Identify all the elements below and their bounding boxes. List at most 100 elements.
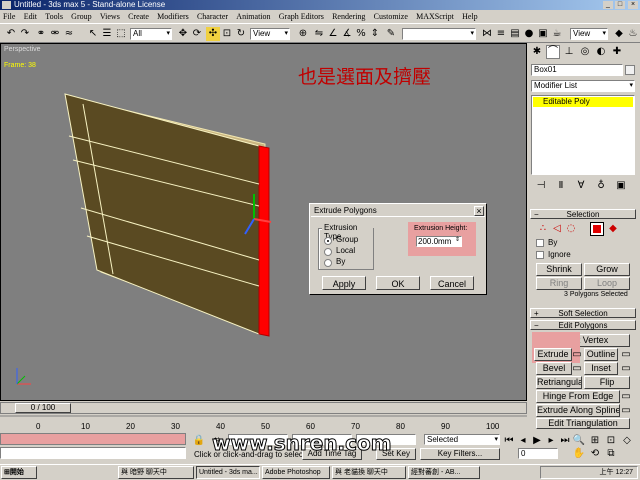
- rect-region-icon[interactable]: ⬚: [114, 27, 128, 41]
- align-icon[interactable]: ≡: [494, 27, 508, 41]
- arc-rotate-icon[interactable]: ⟲: [588, 447, 602, 461]
- extrusion-height-input[interactable]: 200.0mm ⇕: [416, 236, 462, 247]
- make-unique-icon[interactable]: ∀: [574, 179, 588, 193]
- vertex-mode-icon[interactable]: ∴: [536, 222, 550, 236]
- field-of-view-icon[interactable]: ◇: [620, 434, 634, 448]
- maximize-viewport-icon[interactable]: ⧉: [604, 447, 618, 461]
- time-slider-track[interactable]: 0 / 100: [0, 402, 527, 414]
- element-mode-icon[interactable]: ◆: [606, 222, 620, 236]
- current-frame-field[interactable]: 0: [518, 448, 558, 459]
- pin-stack-icon[interactable]: ⊣: [534, 179, 548, 193]
- quick-render-icon[interactable]: ☕: [550, 27, 564, 41]
- spinner-icon[interactable]: ⇕: [455, 236, 460, 245]
- mirror-tool-icon[interactable]: ⋈: [480, 27, 494, 41]
- menu-graph-editors[interactable]: Graph Editors: [279, 12, 324, 21]
- undo-icon[interactable]: ↶: [4, 27, 18, 41]
- redo-icon[interactable]: ↷: [18, 27, 32, 41]
- extrude-spline-settings-icon[interactable]: ▭: [620, 404, 632, 418]
- menu-file[interactable]: File: [3, 12, 15, 21]
- extrude-settings-icon[interactable]: ▭: [572, 348, 582, 362]
- ref-coord-dropdown[interactable]: View ▾: [250, 28, 290, 40]
- lock-selection-icon[interactable]: 🔒: [192, 434, 206, 448]
- close-icon[interactable]: ×: [628, 1, 638, 9]
- soft-selection-rollout[interactable]: + Soft Selection: [530, 308, 636, 318]
- dialog-close-button[interactable]: ×: [474, 206, 484, 216]
- render-scene-icon[interactable]: ▣: [536, 27, 550, 41]
- configure-sets-icon[interactable]: ▣: [614, 179, 628, 193]
- menu-group[interactable]: Group: [71, 12, 91, 21]
- utilities-tab-icon[interactable]: ✚: [610, 45, 624, 59]
- ok-button[interactable]: OK: [376, 276, 420, 290]
- render-type-dropdown[interactable]: View ▾: [570, 28, 608, 40]
- loop-button[interactable]: Loop: [584, 277, 630, 290]
- shrink-button[interactable]: Shrink: [536, 263, 582, 276]
- stack-item-editable-poly[interactable]: Editable Poly: [533, 97, 633, 107]
- apply-button[interactable]: Apply: [322, 276, 366, 290]
- show-end-result-icon[interactable]: Ⅱ: [554, 179, 568, 193]
- inset-button[interactable]: Inset: [584, 362, 618, 375]
- link-icon[interactable]: ⚭: [34, 27, 48, 41]
- spinner-snap-icon[interactable]: ⇕: [368, 27, 382, 41]
- time-slider-handle[interactable]: 0 / 100: [15, 403, 71, 413]
- task-chat-2[interactable]: 與 老貓換 聊天中: [332, 466, 406, 479]
- outline-settings-icon[interactable]: ▭: [620, 348, 632, 362]
- cancel-button[interactable]: Cancel: [430, 276, 474, 290]
- extrude-button[interactable]: Extrude: [534, 348, 572, 361]
- edge-mode-icon[interactable]: ◁: [550, 222, 564, 236]
- display-tab-icon[interactable]: ◐: [594, 45, 608, 59]
- unlink-icon[interactable]: ⚮: [48, 27, 62, 41]
- flip-button[interactable]: Flip: [584, 376, 630, 389]
- bevel-settings-icon[interactable]: ▭: [572, 362, 582, 376]
- prev-frame-icon[interactable]: ◂: [516, 434, 530, 448]
- pan-icon[interactable]: ✋: [572, 447, 586, 461]
- select-by-name-icon[interactable]: ☰: [100, 27, 114, 41]
- rotate-icon[interactable]: ↻: [234, 27, 248, 41]
- task-3dsmax[interactable]: Untitled - 3ds ma...: [196, 466, 260, 479]
- select-icon[interactable]: ↖: [86, 27, 100, 41]
- radio-group[interactable]: [324, 237, 332, 245]
- selection-rollout[interactable]: − Selection: [530, 209, 636, 219]
- menu-maxscript[interactable]: MAXScript: [416, 12, 454, 21]
- select-scale-icon[interactable]: ✣: [206, 27, 220, 41]
- track-view-icon[interactable]: ▤: [508, 27, 522, 41]
- selection-filter-dropdown[interactable]: All ▾: [130, 28, 172, 40]
- menu-rendering[interactable]: Rendering: [332, 12, 365, 21]
- hierarchy-tab-icon[interactable]: ⊥: [562, 45, 576, 59]
- menu-customize[interactable]: Customize: [374, 12, 408, 21]
- key-filters-button[interactable]: Key Filters...: [420, 448, 500, 460]
- motion-tab-icon[interactable]: ◎: [578, 45, 592, 59]
- ignore-backfacing-checkbox[interactable]: [536, 251, 544, 259]
- extrude-along-spline-button[interactable]: Extrude Along Spline: [536, 404, 620, 417]
- remove-modifier-icon[interactable]: ♁: [594, 179, 608, 193]
- bind-space-warp-icon[interactable]: ≈: [62, 27, 76, 41]
- start-button[interactable]: ⊞開始: [1, 466, 37, 479]
- object-name-field[interactable]: Box01: [531, 64, 623, 76]
- select-move-icon[interactable]: ✥: [176, 27, 190, 41]
- create-tab-icon[interactable]: ✱: [530, 45, 544, 59]
- modifier-list-dropdown[interactable]: Modifier List ▾: [531, 80, 635, 92]
- select-rotate-icon[interactable]: ⟳: [190, 27, 204, 41]
- retriangulate-button[interactable]: Retriangulate: [536, 376, 582, 389]
- task-browser[interactable]: 經對蕃創 - AB...: [408, 466, 480, 479]
- menu-views[interactable]: Views: [100, 12, 120, 21]
- named-selection-sets-input[interactable]: ▾: [402, 28, 476, 40]
- inset-settings-icon[interactable]: ▭: [620, 362, 632, 376]
- modify-tab-icon[interactable]: ⌒: [546, 45, 560, 59]
- maxscript-listener[interactable]: [0, 433, 186, 445]
- edit-polygons-rollout[interactable]: − Edit Polygons: [530, 320, 636, 330]
- snap-icon[interactable]: ∠: [326, 27, 340, 41]
- grow-button[interactable]: Grow: [584, 263, 630, 276]
- edit-triangulation-button[interactable]: Edit Triangulation: [536, 418, 630, 429]
- border-mode-icon[interactable]: ◌: [564, 222, 578, 236]
- radio-local[interactable]: [324, 248, 332, 256]
- zoom-extents-icon[interactable]: ⊡: [604, 434, 618, 448]
- object-color-swatch[interactable]: [625, 65, 635, 75]
- hinge-settings-icon[interactable]: ▭: [620, 390, 632, 404]
- menu-help[interactable]: Help: [462, 12, 478, 21]
- scale-icon[interactable]: ⊡: [220, 27, 234, 41]
- percent-snap-icon[interactable]: %: [354, 27, 368, 41]
- outline-button[interactable]: Outline: [584, 348, 618, 361]
- minimize-icon[interactable]: _: [603, 1, 613, 9]
- material-editor-icon[interactable]: ●: [522, 27, 536, 41]
- menu-edit[interactable]: Edit: [24, 12, 37, 21]
